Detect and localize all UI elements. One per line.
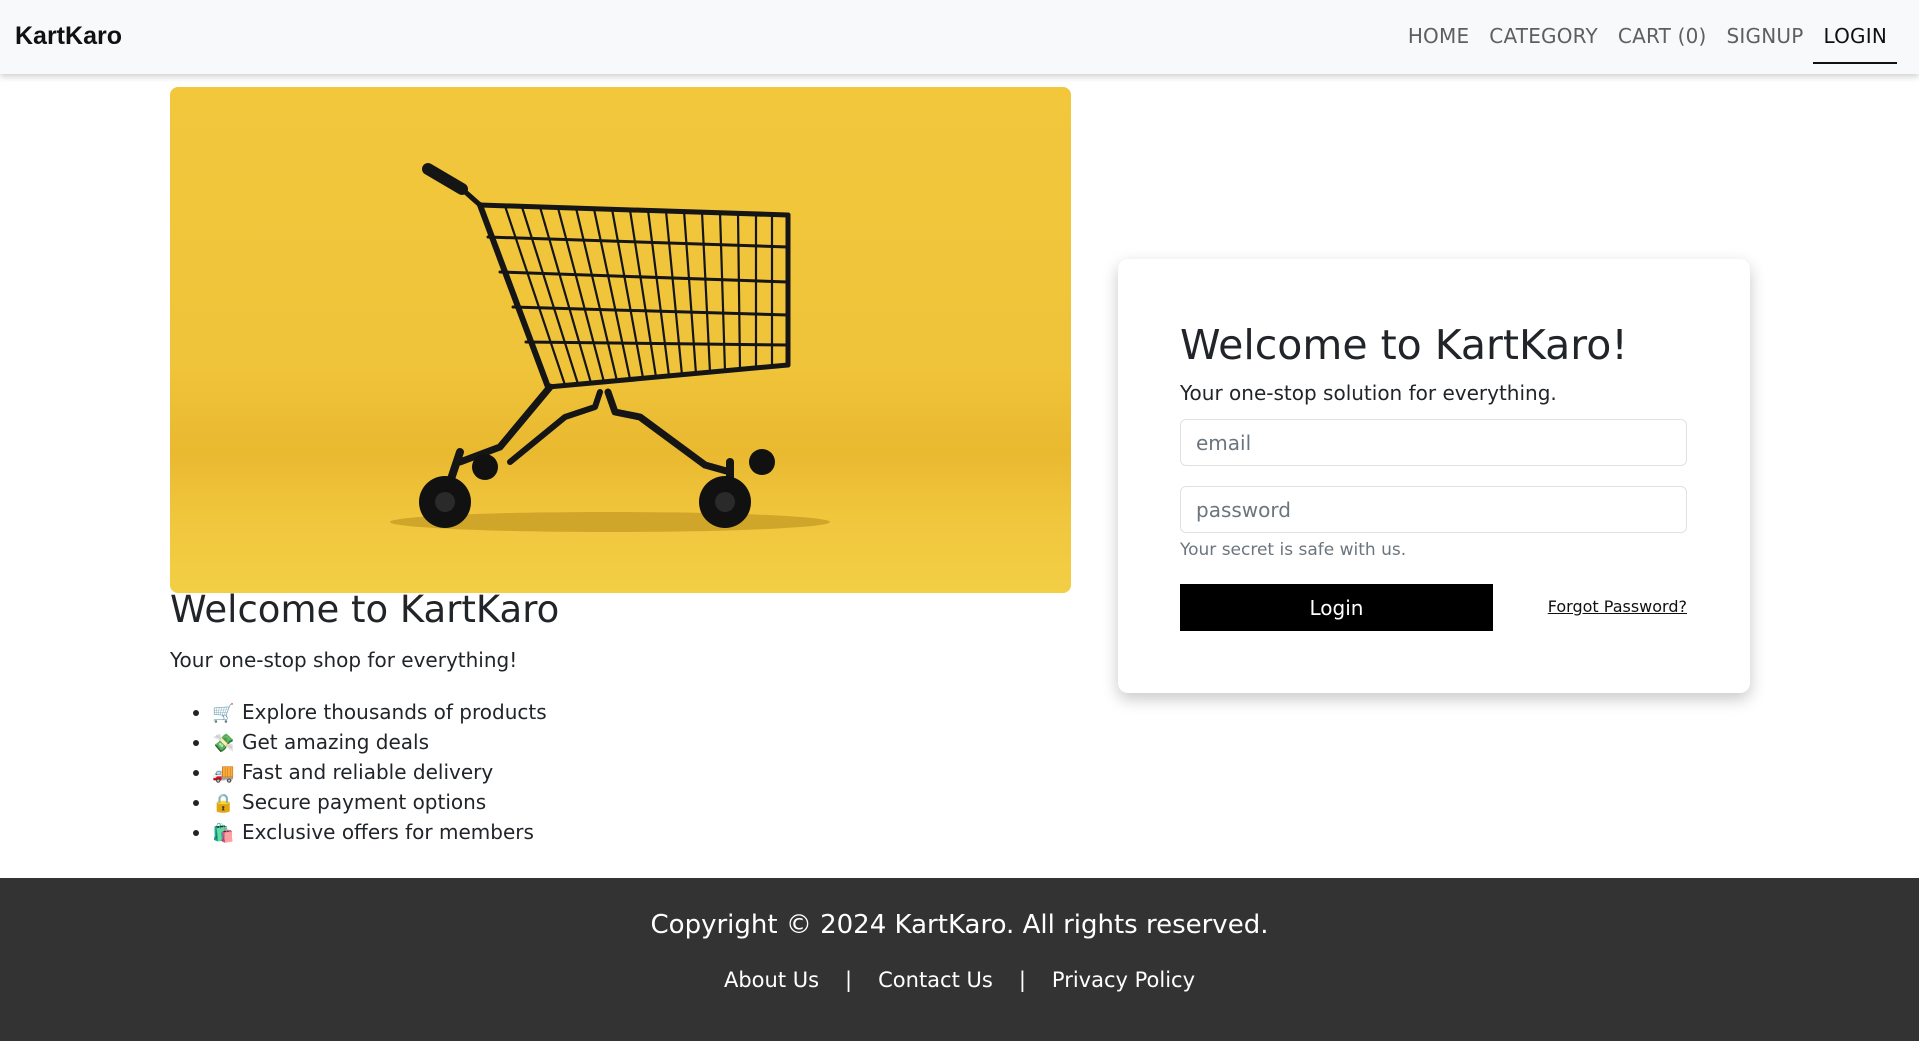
- brand-logo[interactable]: KartKaro: [15, 22, 122, 51]
- nav-category[interactable]: CATEGORY: [1479, 0, 1608, 74]
- email-field[interactable]: [1180, 419, 1687, 466]
- hero-image: [170, 87, 1071, 593]
- money-icon: 💸: [212, 733, 235, 754]
- copyright-text: Copyright © 2024 KartKaro. All rights re…: [650, 910, 1269, 940]
- footer-separator: |: [845, 968, 853, 992]
- lock-icon: 🔒: [212, 793, 235, 814]
- password-field[interactable]: [1180, 486, 1687, 533]
- footer-privacy-link[interactable]: Privacy Policy: [1052, 968, 1195, 992]
- feature-text: Secure payment options: [242, 790, 487, 814]
- login-subtitle: Your one-stop solution for everything.: [1180, 381, 1557, 405]
- feature-text: Get amazing deals: [242, 730, 430, 754]
- truck-icon: 🚚: [212, 763, 235, 784]
- feature-item: 🛒 Explore thousands of products: [212, 697, 547, 727]
- cart-icon: 🛒: [212, 703, 235, 724]
- feature-item: 🚚 Fast and reliable delivery: [212, 757, 547, 787]
- navbar: KartKaro HOME CATEGORY CART (0) SIGNUP L…: [0, 0, 1919, 74]
- feature-text: Explore thousands of products: [242, 700, 547, 724]
- footer-separator: |: [1018, 968, 1026, 992]
- footer-contact-link[interactable]: Contact Us: [878, 968, 993, 992]
- nav-login[interactable]: LOGIN: [1813, 0, 1897, 74]
- shopping-cart-image: [390, 163, 830, 532]
- hero-title: Welcome to KartKaro: [170, 588, 560, 631]
- feature-text: Fast and reliable delivery: [242, 760, 494, 784]
- forgot-password-link[interactable]: Forgot Password?: [1548, 597, 1687, 616]
- footer: Copyright © 2024 KartKaro. All rights re…: [0, 878, 1919, 1041]
- footer-links: About Us | Contact Us | Privacy Policy: [0, 968, 1919, 992]
- feature-item: 💸 Get amazing deals: [212, 727, 547, 757]
- hero-subtitle: Your one-stop shop for everything!: [170, 648, 518, 672]
- nav-home[interactable]: HOME: [1398, 0, 1479, 74]
- nav-cart[interactable]: CART (0): [1608, 0, 1717, 74]
- password-hint: Your secret is safe with us.: [1180, 540, 1407, 560]
- nav-links: HOME CATEGORY CART (0) SIGNUP LOGIN: [1398, 0, 1897, 74]
- login-button[interactable]: Login: [1180, 584, 1493, 631]
- footer-about-link[interactable]: About Us: [724, 968, 819, 992]
- nav-signup[interactable]: SIGNUP: [1717, 0, 1814, 74]
- feature-list: 🛒 Explore thousands of products 💸 Get amaz…: [212, 697, 547, 847]
- shopping-bags-icon: 🛍️: [212, 823, 235, 844]
- login-card: Welcome to KartKaro! Your one-stop solut…: [1118, 259, 1750, 693]
- login-title: Welcome to KartKaro!: [1180, 321, 1628, 369]
- feature-item: 🛍️ Exclusive offers for members: [212, 817, 547, 847]
- feature-text: Exclusive offers for members: [242, 820, 534, 844]
- feature-item: 🔒 Secure payment options: [212, 787, 547, 817]
